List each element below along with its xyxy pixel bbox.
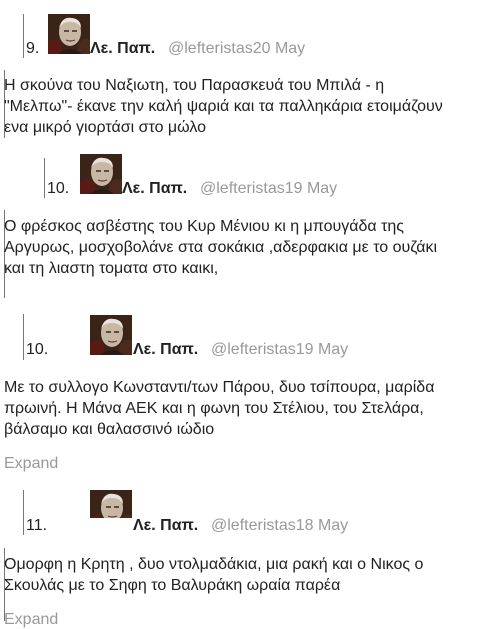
expand-link[interactable]: Expand	[4, 611, 58, 629]
author-name[interactable]: Λε. Παπ.	[133, 517, 198, 535]
tweet-number: 10.	[26, 341, 49, 358]
tweet-number: 11.	[26, 517, 48, 534]
avatar[interactable]	[80, 154, 122, 194]
tweet-line: "Μελπω"- έκανε την καλή ψαριά και τα παλ…	[4, 98, 443, 115]
author-name[interactable]: Λε. Παπ.	[90, 40, 155, 58]
avatar[interactable]	[90, 490, 132, 518]
author-name[interactable]: Λε. Παπ.	[133, 341, 198, 359]
avatar[interactable]	[48, 14, 90, 54]
author-handle[interactable]: @lefteristas19 May	[200, 180, 337, 198]
tweet-line: βάλσαμο και θαλασσινό ιώδιο	[4, 421, 215, 438]
tweet-line: Η σκούνα του Ναξιωτη, του Παρασκευά του …	[4, 77, 385, 94]
tweet-line: Ομορφη η Κρητη , δυο ντολμαδάκια, μια ρα…	[4, 556, 424, 573]
tweet-text: Η σκούνα του Ναξιωτη, του Παρασκευά του …	[4, 75, 443, 138]
author-name[interactable]: Λε. Παπ.	[122, 180, 187, 198]
expand-link[interactable]: Expand	[4, 455, 58, 473]
tweet-line: Σκουλάς με το Σηφη το Βαλυράκη ωραία παρ…	[4, 577, 341, 594]
tweet-line: Ο φρέσκος ασβέστης του Κυρ Μένιου κι η μ…	[4, 218, 405, 235]
tweet-line: Με το συλλογο Κωνσταντι/των Πάρου, δυο τ…	[4, 379, 435, 396]
tweet-line: πρωινή. Η Μάνα ΑΕΚ και η φωνη του Στέλιο…	[4, 400, 424, 417]
thread-line	[44, 158, 45, 198]
tweet-number: 9.	[26, 40, 40, 57]
thread-line	[23, 490, 24, 535]
author-handle[interactable]: @lefteristas20 May	[168, 40, 305, 58]
tweet-text: Ο φρέσκος ασβέστης του Κυρ Μένιου κι η μ…	[4, 216, 437, 279]
tweet-number: 10.	[47, 180, 70, 197]
tweet-line: και τη λιαστη τοματα στο καικι,	[4, 260, 219, 277]
tweet-line: ενα μικρό γιορτάσι στο μώλο	[4, 119, 206, 136]
thread-line	[23, 14, 24, 58]
author-handle[interactable]: @lefteristas18 May	[211, 517, 348, 535]
tweet-line: Αργυρως, μοσχοβολάνε στα σοκάκια ,αδερφα…	[4, 239, 438, 256]
tweet-text: Ομορφη η Κρητη , δυο ντολμαδάκια, μια ρα…	[4, 554, 423, 596]
avatar[interactable]	[90, 315, 132, 355]
tweet-text: Με το συλλογο Κωνσταντι/των Πάρου, δυο τ…	[4, 377, 434, 440]
author-handle[interactable]: @lefteristas19 May	[211, 341, 348, 359]
thread-line	[23, 314, 24, 360]
